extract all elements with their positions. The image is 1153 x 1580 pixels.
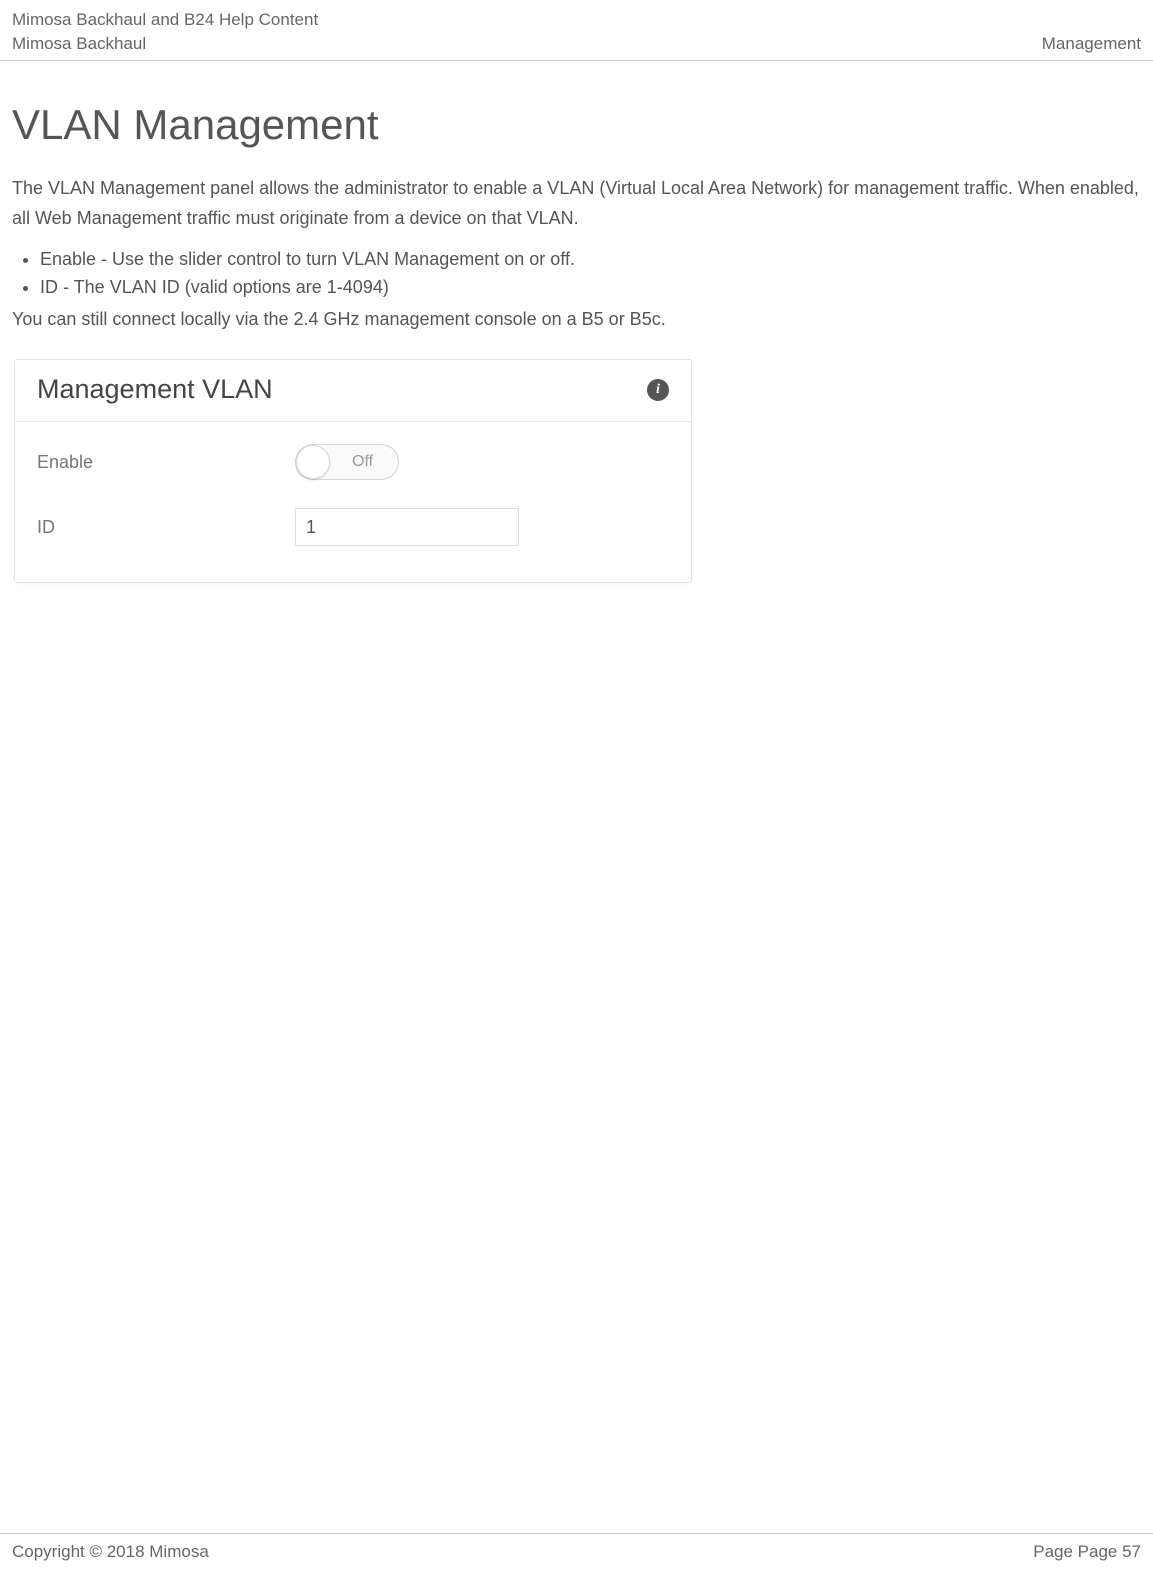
header-line1: Mimosa Backhaul and B24 Help Content <box>12 8 318 32</box>
id-input[interactable] <box>295 508 519 546</box>
toggle-knob-icon <box>296 445 330 479</box>
header-right: Management <box>1042 34 1141 56</box>
id-row: ID <box>37 494 669 560</box>
header-line2: Mimosa Backhaul <box>12 32 318 56</box>
footer-copyright: Copyright © 2018 Mimosa <box>12 1542 209 1562</box>
page-footer: Copyright © 2018 Mimosa Page Page 57 <box>0 1533 1153 1580</box>
list-item: ID - The VLAN ID (valid options are 1-40… <box>40 274 1141 302</box>
enable-row: Enable Off <box>37 430 669 494</box>
page-title: VLAN Management <box>12 101 1141 149</box>
enable-toggle[interactable]: Off <box>295 444 399 480</box>
content-area: VLAN Management The VLAN Management pane… <box>0 61 1153 596</box>
list-item: Enable - Use the slider control to turn … <box>40 246 1141 274</box>
id-label: ID <box>37 517 295 538</box>
header-left: Mimosa Backhaul and B24 Help Content Mim… <box>12 8 318 56</box>
card-body: Enable Off ID <box>15 422 691 582</box>
management-vlan-card: Management VLAN i Enable Off ID <box>14 359 692 583</box>
enable-label: Enable <box>37 452 295 473</box>
card-title: Management VLAN <box>37 374 273 405</box>
toggle-state-label: Off <box>352 453 373 471</box>
footer-page: Page Page 57 <box>1033 1542 1141 1562</box>
info-icon[interactable]: i <box>647 379 669 401</box>
page-header: Mimosa Backhaul and B24 Help Content Mim… <box>0 0 1153 61</box>
bullet-list: Enable - Use the slider control to turn … <box>40 246 1141 302</box>
card-header: Management VLAN i <box>15 360 691 422</box>
note-paragraph: You can still connect locally via the 2.… <box>12 306 1141 334</box>
intro-paragraph: The VLAN Management panel allows the adm… <box>12 173 1141 234</box>
